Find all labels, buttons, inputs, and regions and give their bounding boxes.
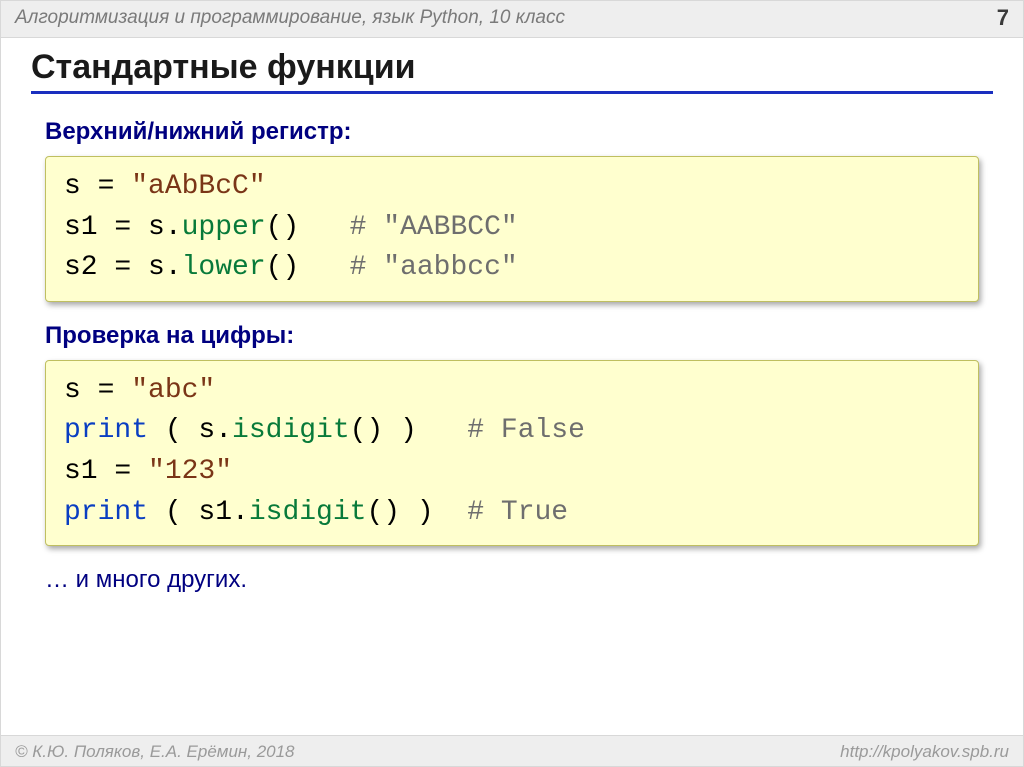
label-digits: Проверка на цифры: [45, 322, 979, 350]
code-text: s1 = [64, 456, 148, 487]
code-line: s1 = s.upper() # "AABBCC" [64, 208, 960, 249]
code-text: s2 = s. [64, 252, 182, 283]
label-case: Верхний/нижний регистр: [45, 118, 979, 146]
copyright-text: © К.Ю. Поляков, Е.А. Ерёмин, 2018 [15, 742, 295, 762]
code-string: "123" [148, 456, 232, 487]
code-text: s = [64, 171, 131, 202]
slide: Алгоритмизация и программирование, язык … [0, 0, 1024, 767]
code-text: () ) [366, 497, 467, 528]
page-number: 7 [997, 5, 1009, 31]
code-line: s = "aAbBcC" [64, 167, 960, 208]
code-text: s1 = s. [64, 212, 182, 243]
code-comment: # "aabbcc" [350, 252, 518, 283]
code-keyword: print [64, 415, 148, 446]
page-title: Стандартные функции [31, 48, 993, 94]
code-string: "aAbBcC" [131, 171, 265, 202]
codebox-case: s = "aAbBcC" s1 = s.upper() # "AABBCC" s… [45, 156, 979, 302]
code-text: () ) [350, 415, 468, 446]
code-text: () [266, 252, 350, 283]
code-text: ( s1. [148, 497, 249, 528]
code-line: s = "abc" [64, 371, 960, 412]
code-text: () [266, 212, 350, 243]
code-line: s2 = s.lower() # "aabbcc" [64, 248, 960, 289]
footer: © К.Ю. Поляков, Е.А. Ерёмин, 2018 http:/… [1, 735, 1023, 766]
code-line: print ( s1.isdigit() ) # True [64, 493, 960, 534]
code-line: s1 = "123" [64, 452, 960, 493]
code-text: ( s. [148, 415, 232, 446]
code-method: lower [182, 252, 266, 283]
code-line: print ( s.isdigit() ) # False [64, 411, 960, 452]
code-method: isdigit [249, 497, 367, 528]
code-method: isdigit [232, 415, 350, 446]
code-comment: # "AABBCC" [350, 212, 518, 243]
footer-url: http://kpolyakov.spb.ru [840, 742, 1009, 762]
note-text: … и много других. [45, 566, 979, 594]
code-method: upper [182, 212, 266, 243]
code-keyword: print [64, 497, 148, 528]
subject-text: Алгоритмизация и программирование, язык … [15, 7, 565, 29]
codebox-digits: s = "abc" print ( s.isdigit() ) # False … [45, 360, 979, 546]
code-text: s = [64, 375, 131, 406]
content: Верхний/нижний регистр: s = "aAbBcC" s1 … [1, 98, 1023, 594]
code-comment: # False [467, 415, 585, 446]
topbar: Алгоритмизация и программирование, язык … [1, 1, 1023, 38]
code-string: "abc" [131, 375, 215, 406]
code-comment: # True [467, 497, 568, 528]
